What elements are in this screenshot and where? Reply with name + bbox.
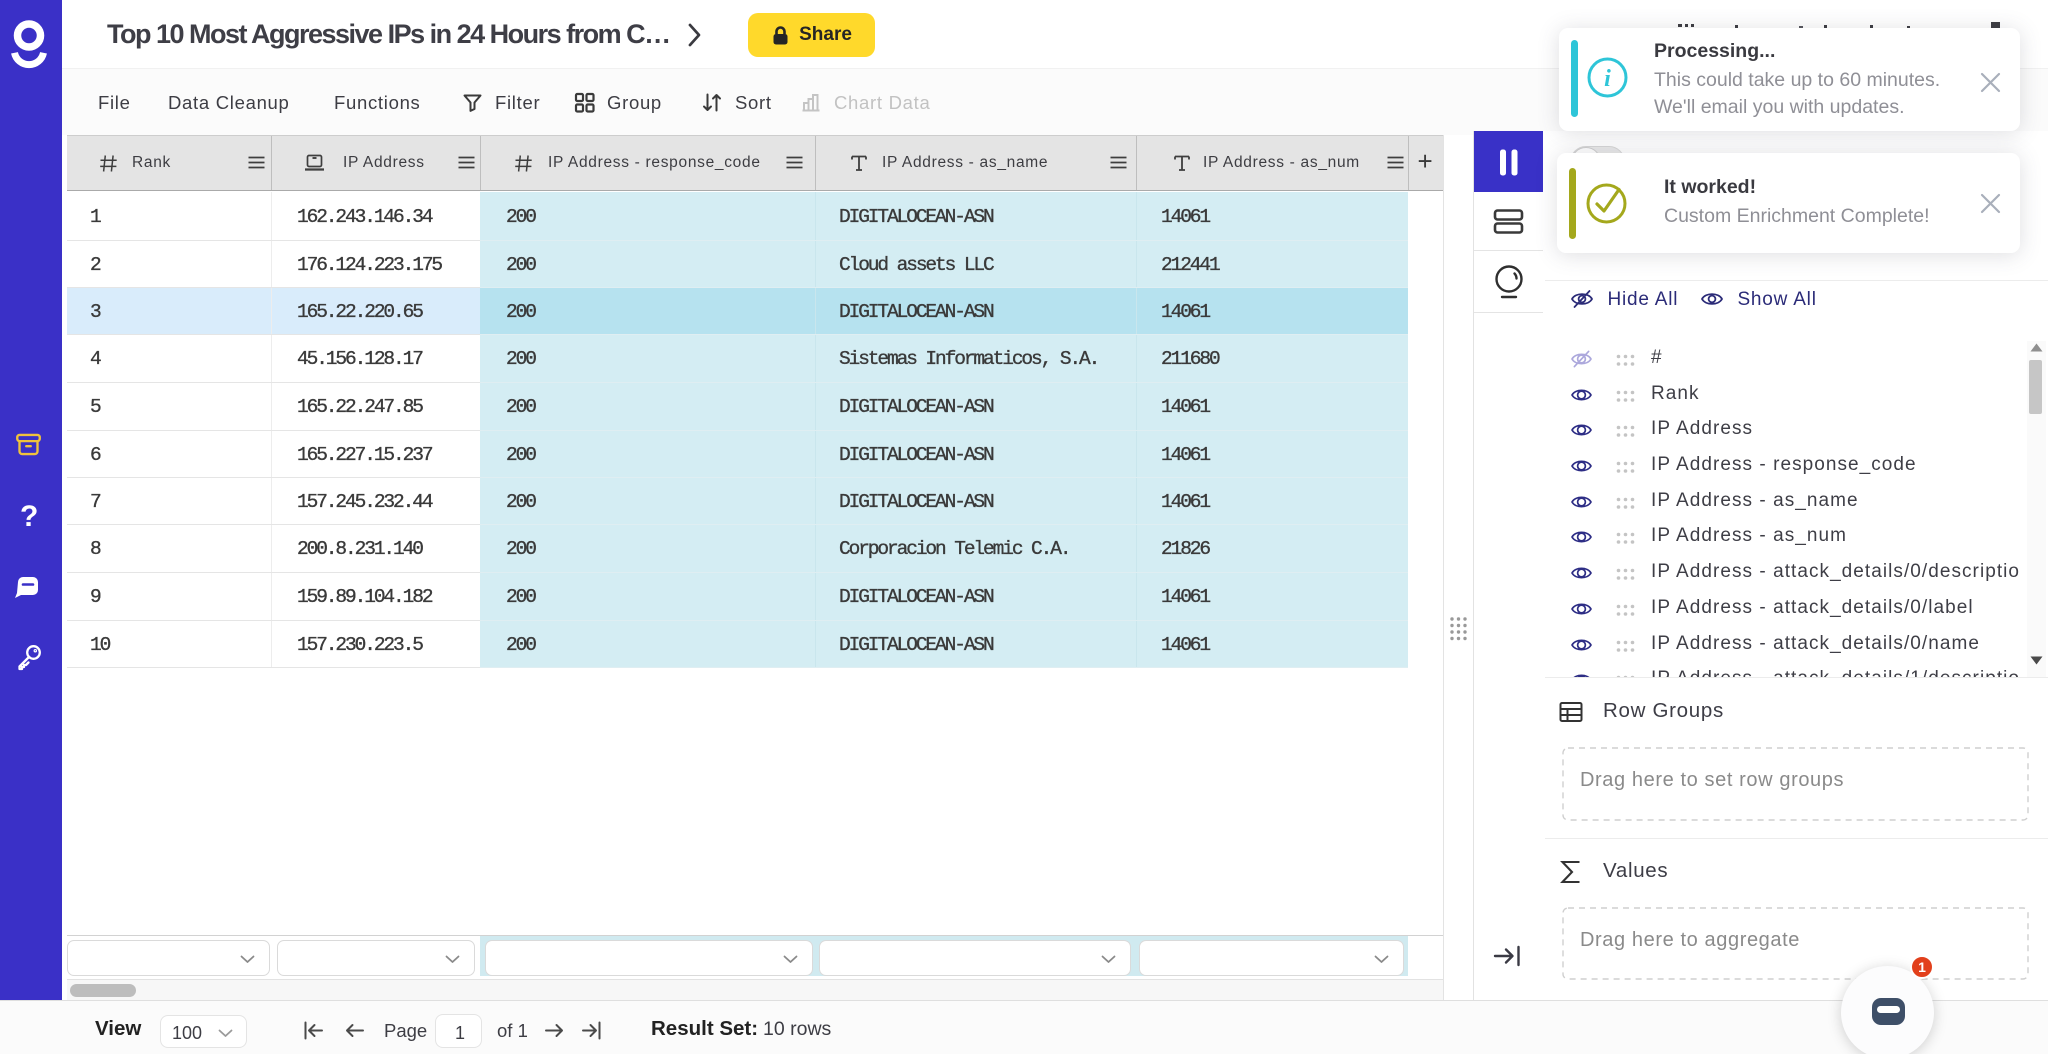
- svg-text:i: i: [1604, 66, 1611, 92]
